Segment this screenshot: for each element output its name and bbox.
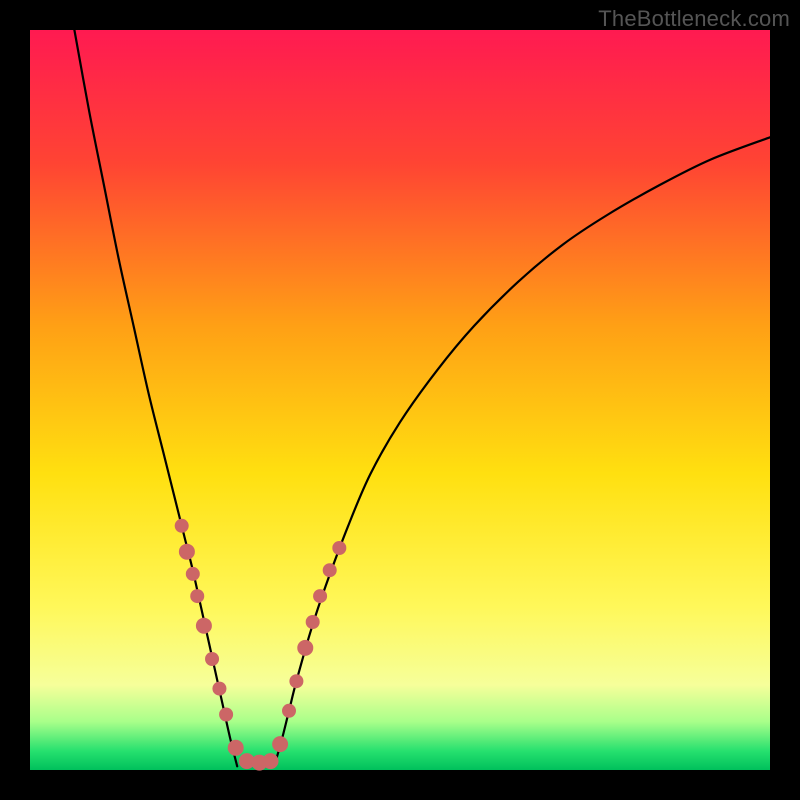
data-marker [313, 589, 327, 603]
data-marker [186, 567, 200, 581]
data-marker [196, 618, 212, 634]
watermark-text: TheBottleneck.com [598, 6, 790, 32]
data-marker [282, 704, 296, 718]
data-marker [190, 589, 204, 603]
data-marker [205, 652, 219, 666]
data-marker [228, 740, 244, 756]
data-marker [323, 563, 337, 577]
plot-area [30, 30, 770, 770]
curve-right-branch [274, 137, 770, 766]
data-marker [219, 708, 233, 722]
data-marker [212, 682, 226, 696]
data-marker [332, 541, 346, 555]
data-marker [263, 753, 279, 769]
data-marker [175, 519, 189, 533]
chart-frame: TheBottleneck.com [0, 0, 800, 800]
curve-layer [30, 30, 770, 770]
data-marker [306, 615, 320, 629]
data-marker [289, 674, 303, 688]
data-marker [272, 736, 288, 752]
data-marker [297, 640, 313, 656]
data-marker [179, 544, 195, 560]
